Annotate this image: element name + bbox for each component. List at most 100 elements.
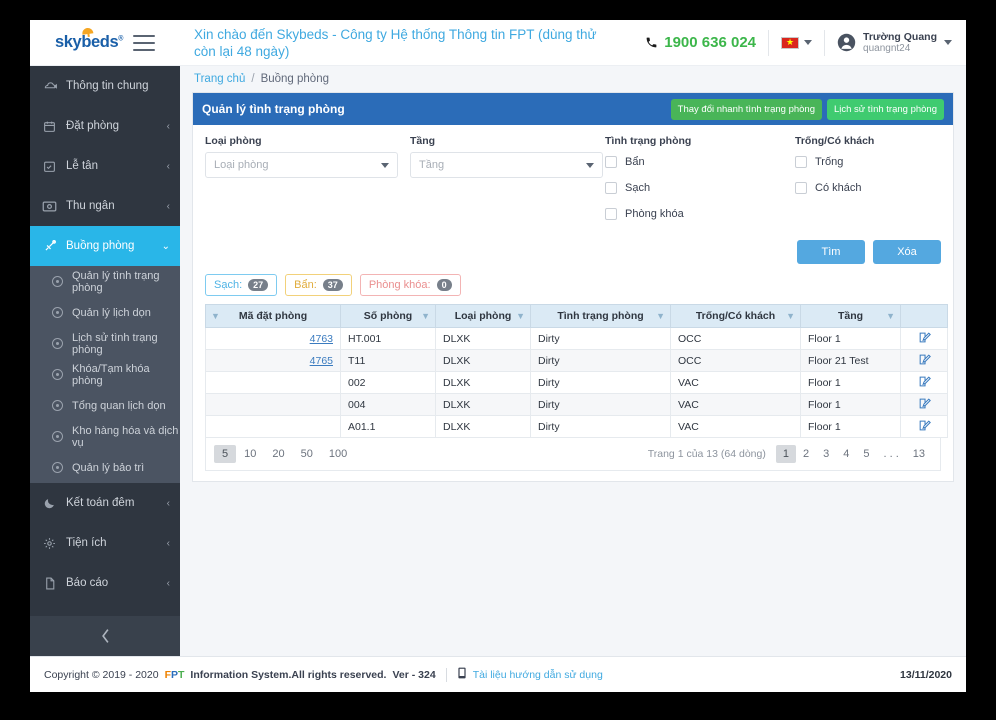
sidebar-subitem-kho-hang-hoa-va-dich-vu[interactable]: Kho hàng hóa và dịch vụ [30,421,180,452]
page-size-50[interactable]: 50 [293,445,321,463]
column-tang[interactable]: Tầng▼ [801,305,901,328]
language-selector[interactable]: ★ [769,37,824,49]
sidebar-subitem-tong-quan-lich-don[interactable]: Tổng quan lịch dọn [30,390,180,421]
sidebar-subitem-lich-su-tinh-trang-phong[interactable]: Lịch sử tình trạng phòng [30,328,180,359]
user-manual-link[interactable]: Tài liệu hướng dẫn sử dụng [473,669,603,681]
checkbox-row-phong-khoa[interactable]: Phòng khóa [605,204,795,224]
table-row[interactable]: 004 DLXK Dirty VAC Floor 1 [206,394,948,416]
avatar-icon [837,33,856,52]
booking-code-link[interactable]: 4765 [310,355,333,367]
sidebar-item-label: Buồng phòng [66,240,153,252]
page-size-5[interactable]: 5 [214,445,236,463]
table-row[interactable]: A01.1 DLXK Dirty VAC Floor 1 [206,416,948,438]
checkbox-phong-khoa[interactable] [605,208,617,220]
sidebar-item-danh-muc[interactable]: Danh mục ‹ [30,603,180,616]
cell-action[interactable] [901,394,948,416]
radio-dot-icon [52,307,63,318]
skybeds-logo[interactable]: skybeds® [55,33,123,52]
sidebar-subitem-khoa-tam-khoa-phong[interactable]: Khóa/Tạm khóa phòng [30,359,180,390]
checkbox-trong[interactable] [795,156,807,168]
sidebar-subitem-quan-ly-lich-don[interactable]: Quản lý lịch dọn [30,297,180,328]
checkbox-co-khach[interactable] [795,182,807,194]
sidebar-item-tien-ich[interactable]: Tiện ích ‹ [30,523,180,563]
cell-action[interactable] [901,372,948,394]
top-right-area: 1900 636 024 ★ Trường Quang quangnt24 [645,20,966,65]
page-13[interactable]: 13 [906,445,932,463]
page-5[interactable]: 5 [856,445,876,463]
filter-icon[interactable]: ▼ [656,311,665,321]
column-loai-phong[interactable]: Loại phòng▼ [436,305,531,328]
user-menu[interactable]: Trường Quang quangnt24 [825,31,952,55]
greeting-area: Xin chào đến Skybeds - Công ty Hệ thống … [180,20,645,65]
edit-icon[interactable] [918,397,931,413]
sidebar-item-bao-cao[interactable]: Báo cáo ‹ [30,563,180,603]
cell-action[interactable] [901,350,948,372]
checkbox-row-trong[interactable]: Trống [795,152,941,172]
filter-icon[interactable]: ▼ [421,311,430,321]
edit-icon[interactable] [918,331,931,347]
edit-icon[interactable] [918,419,931,435]
checkbox-row-ban[interactable]: Bẩn [605,152,795,172]
search-button[interactable]: Tìm [797,240,865,264]
edit-icon[interactable] [918,375,931,391]
hotline[interactable]: 1900 636 024 [645,34,768,51]
menu-toggle-button[interactable] [133,35,155,51]
table-row[interactable]: 4763 HT.001 DLXK Dirty OCC Floor 1 [206,328,948,350]
summary-tab-sach[interactable]: Sạch:27 [205,274,277,296]
sidebar: Thông tin chung Đặt phòng ‹ Lễ tân ‹ Thu… [30,66,180,656]
column-trong-co-khach[interactable]: Trống/Có khách▼ [671,305,801,328]
page-1[interactable]: 1 [776,445,796,463]
page-4[interactable]: 4 [836,445,856,463]
filter-icon[interactable]: ▼ [516,311,525,321]
table-row[interactable]: 002 DLXK Dirty VAC Floor 1 [206,372,948,394]
quick-change-status-button[interactable]: Thay đổi nhanh tình trạng phòng [671,99,822,120]
summary-tab-label: Bẩn: [294,279,317,291]
filter-icon[interactable]: ▼ [211,311,220,321]
cell-action[interactable] [901,416,948,438]
clear-button[interactable]: Xóa [873,240,941,264]
cell-tinh-trang: Dirty [531,394,671,416]
column-so-phong[interactable]: Số phòng▼ [341,305,436,328]
checkbox-row-co-khach[interactable]: Có khách [795,178,941,198]
checkbox-row-sach[interactable]: Sạch [605,178,795,198]
sidebar-item-ket-toan-dem[interactable]: Kết toán đêm ‹ [30,483,180,523]
table-row[interactable]: 4765 T11 DLXK Dirty OCC Floor 21 Test [206,350,948,372]
sidebar-item-label: Thu ngân [66,200,158,212]
checkbox-ban[interactable] [605,156,617,168]
sidebar-subitem-quan-ly-tinh-trang-phong[interactable]: Quản lý tình trạng phòng [30,266,180,297]
room-type-select[interactable]: Loại phòng [205,152,398,178]
page-size-10[interactable]: 10 [236,445,264,463]
status-history-button[interactable]: Lịch sử tình trạng phòng [827,99,944,120]
summary-tab-phong-khoa[interactable]: Phòng khóa:0 [360,274,461,296]
sidebar-collapse-button[interactable] [30,616,180,656]
column-ma-dat-phong[interactable]: Mã đặt phòng▼ [206,305,341,328]
fpt-logo-text: FPT [165,669,185,681]
floor-select[interactable]: Tầng [410,152,603,178]
body: Thông tin chung Đặt phòng ‹ Lễ tân ‹ Thu… [30,66,966,656]
cell-trong-co-khach: VAC [671,372,801,394]
edit-icon[interactable] [918,353,931,369]
sidebar-item-buong-phong[interactable]: Buồng phòng ⌄ [30,226,180,266]
page-size-20[interactable]: 20 [264,445,292,463]
sidebar-item-le-tan[interactable]: Lễ tân ‹ [30,146,180,186]
sidebar-item-dat-phong[interactable]: Đặt phòng ‹ [30,106,180,146]
breadcrumb-home[interactable]: Trang chủ [194,73,245,85]
pagination: 5 10 20 50 100 Trang 1 của 13 (64 dòng) … [205,438,941,471]
sidebar-subitem-quan-ly-bao-tri[interactable]: Quản lý bảo trì [30,452,180,483]
radio-dot-icon [52,400,63,411]
booking-code-link[interactable]: 4763 [310,333,333,345]
floor-value: Tầng [419,159,444,171]
summary-tab-ban[interactable]: Bẩn:37 [285,274,352,296]
filter-icon[interactable]: ▼ [886,311,895,321]
page-3[interactable]: 3 [816,445,836,463]
sidebar-item-thong-tin-chung[interactable]: Thông tin chung [30,66,180,106]
cell-action[interactable] [901,328,948,350]
page-size-100[interactable]: 100 [321,445,355,463]
cell-tang: Floor 1 [801,416,901,438]
page-2[interactable]: 2 [796,445,816,463]
sidebar-item-thu-ngan[interactable]: Thu ngân ‹ [30,186,180,226]
checkbox-sach[interactable] [605,182,617,194]
chevron-left-icon: ‹ [167,578,170,589]
column-tinh-trang-phong[interactable]: Tình trạng phòng▼ [531,305,671,328]
filter-icon[interactable]: ▼ [786,311,795,321]
